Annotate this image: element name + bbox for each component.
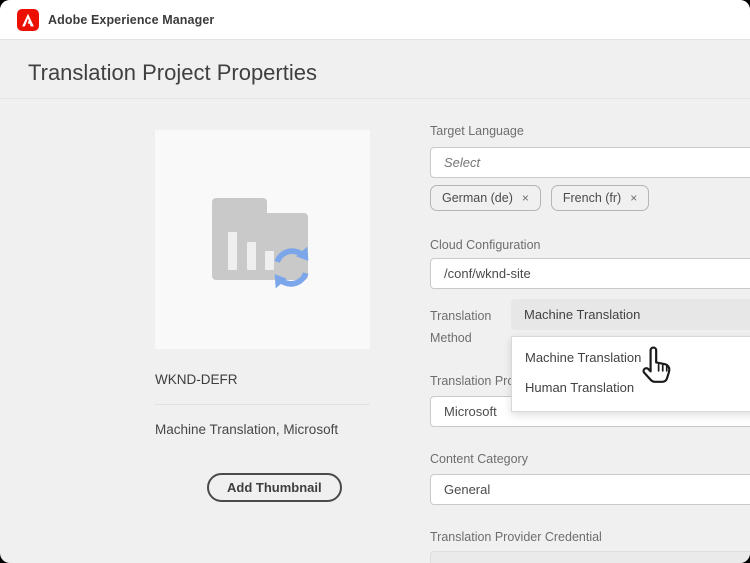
target-language-placeholder: Select <box>444 155 480 170</box>
translation-method-dropdown: Machine Translation Human Translation <box>511 336 750 412</box>
add-thumbnail-button[interactable]: Add Thumbnail <box>207 473 342 502</box>
title-divider <box>0 98 750 99</box>
thumbnail-card <box>155 130 370 349</box>
remove-tag-icon[interactable]: × <box>630 191 637 205</box>
dropdown-option-human-translation[interactable]: Human Translation <box>512 373 750 403</box>
cloud-configuration-label: Cloud Configuration <box>430 238 541 252</box>
aem-window: Adobe Experience Manager Translation Pro… <box>0 0 750 563</box>
remove-tag-icon[interactable]: × <box>522 191 529 205</box>
language-tag-french[interactable]: French (fr) × <box>551 185 649 211</box>
target-language-select[interactable]: Select <box>430 147 750 178</box>
content-category-input[interactable]: General <box>430 474 750 505</box>
target-language-tags: German (de) × French (fr) × <box>430 185 649 211</box>
top-bar: Adobe Experience Manager <box>0 0 750 40</box>
language-tag-german[interactable]: German (de) × <box>430 185 541 211</box>
app-title: Adobe Experience Manager <box>48 0 214 40</box>
sync-arrows-icon <box>266 242 317 293</box>
translation-method-select[interactable]: Machine Translation <box>511 299 750 330</box>
dropdown-option-machine-translation[interactable]: Machine Translation <box>512 343 750 373</box>
adobe-logo-icon <box>17 9 39 31</box>
translation-provider-credential-input[interactable] <box>430 551 750 563</box>
left-divider <box>155 404 370 405</box>
translation-method-label: Translation Method <box>430 305 510 349</box>
project-summary: Machine Translation, Microsoft <box>155 422 338 437</box>
target-language-label: Target Language <box>430 124 524 138</box>
content-category-label: Content Category <box>430 452 528 466</box>
cloud-configuration-input[interactable]: /conf/wknd-site <box>430 258 750 289</box>
project-name: WKND-DEFR <box>155 372 238 387</box>
page-title: Translation Project Properties <box>28 60 317 86</box>
translation-provider-credential-label: Translation Provider Credential <box>430 530 602 544</box>
